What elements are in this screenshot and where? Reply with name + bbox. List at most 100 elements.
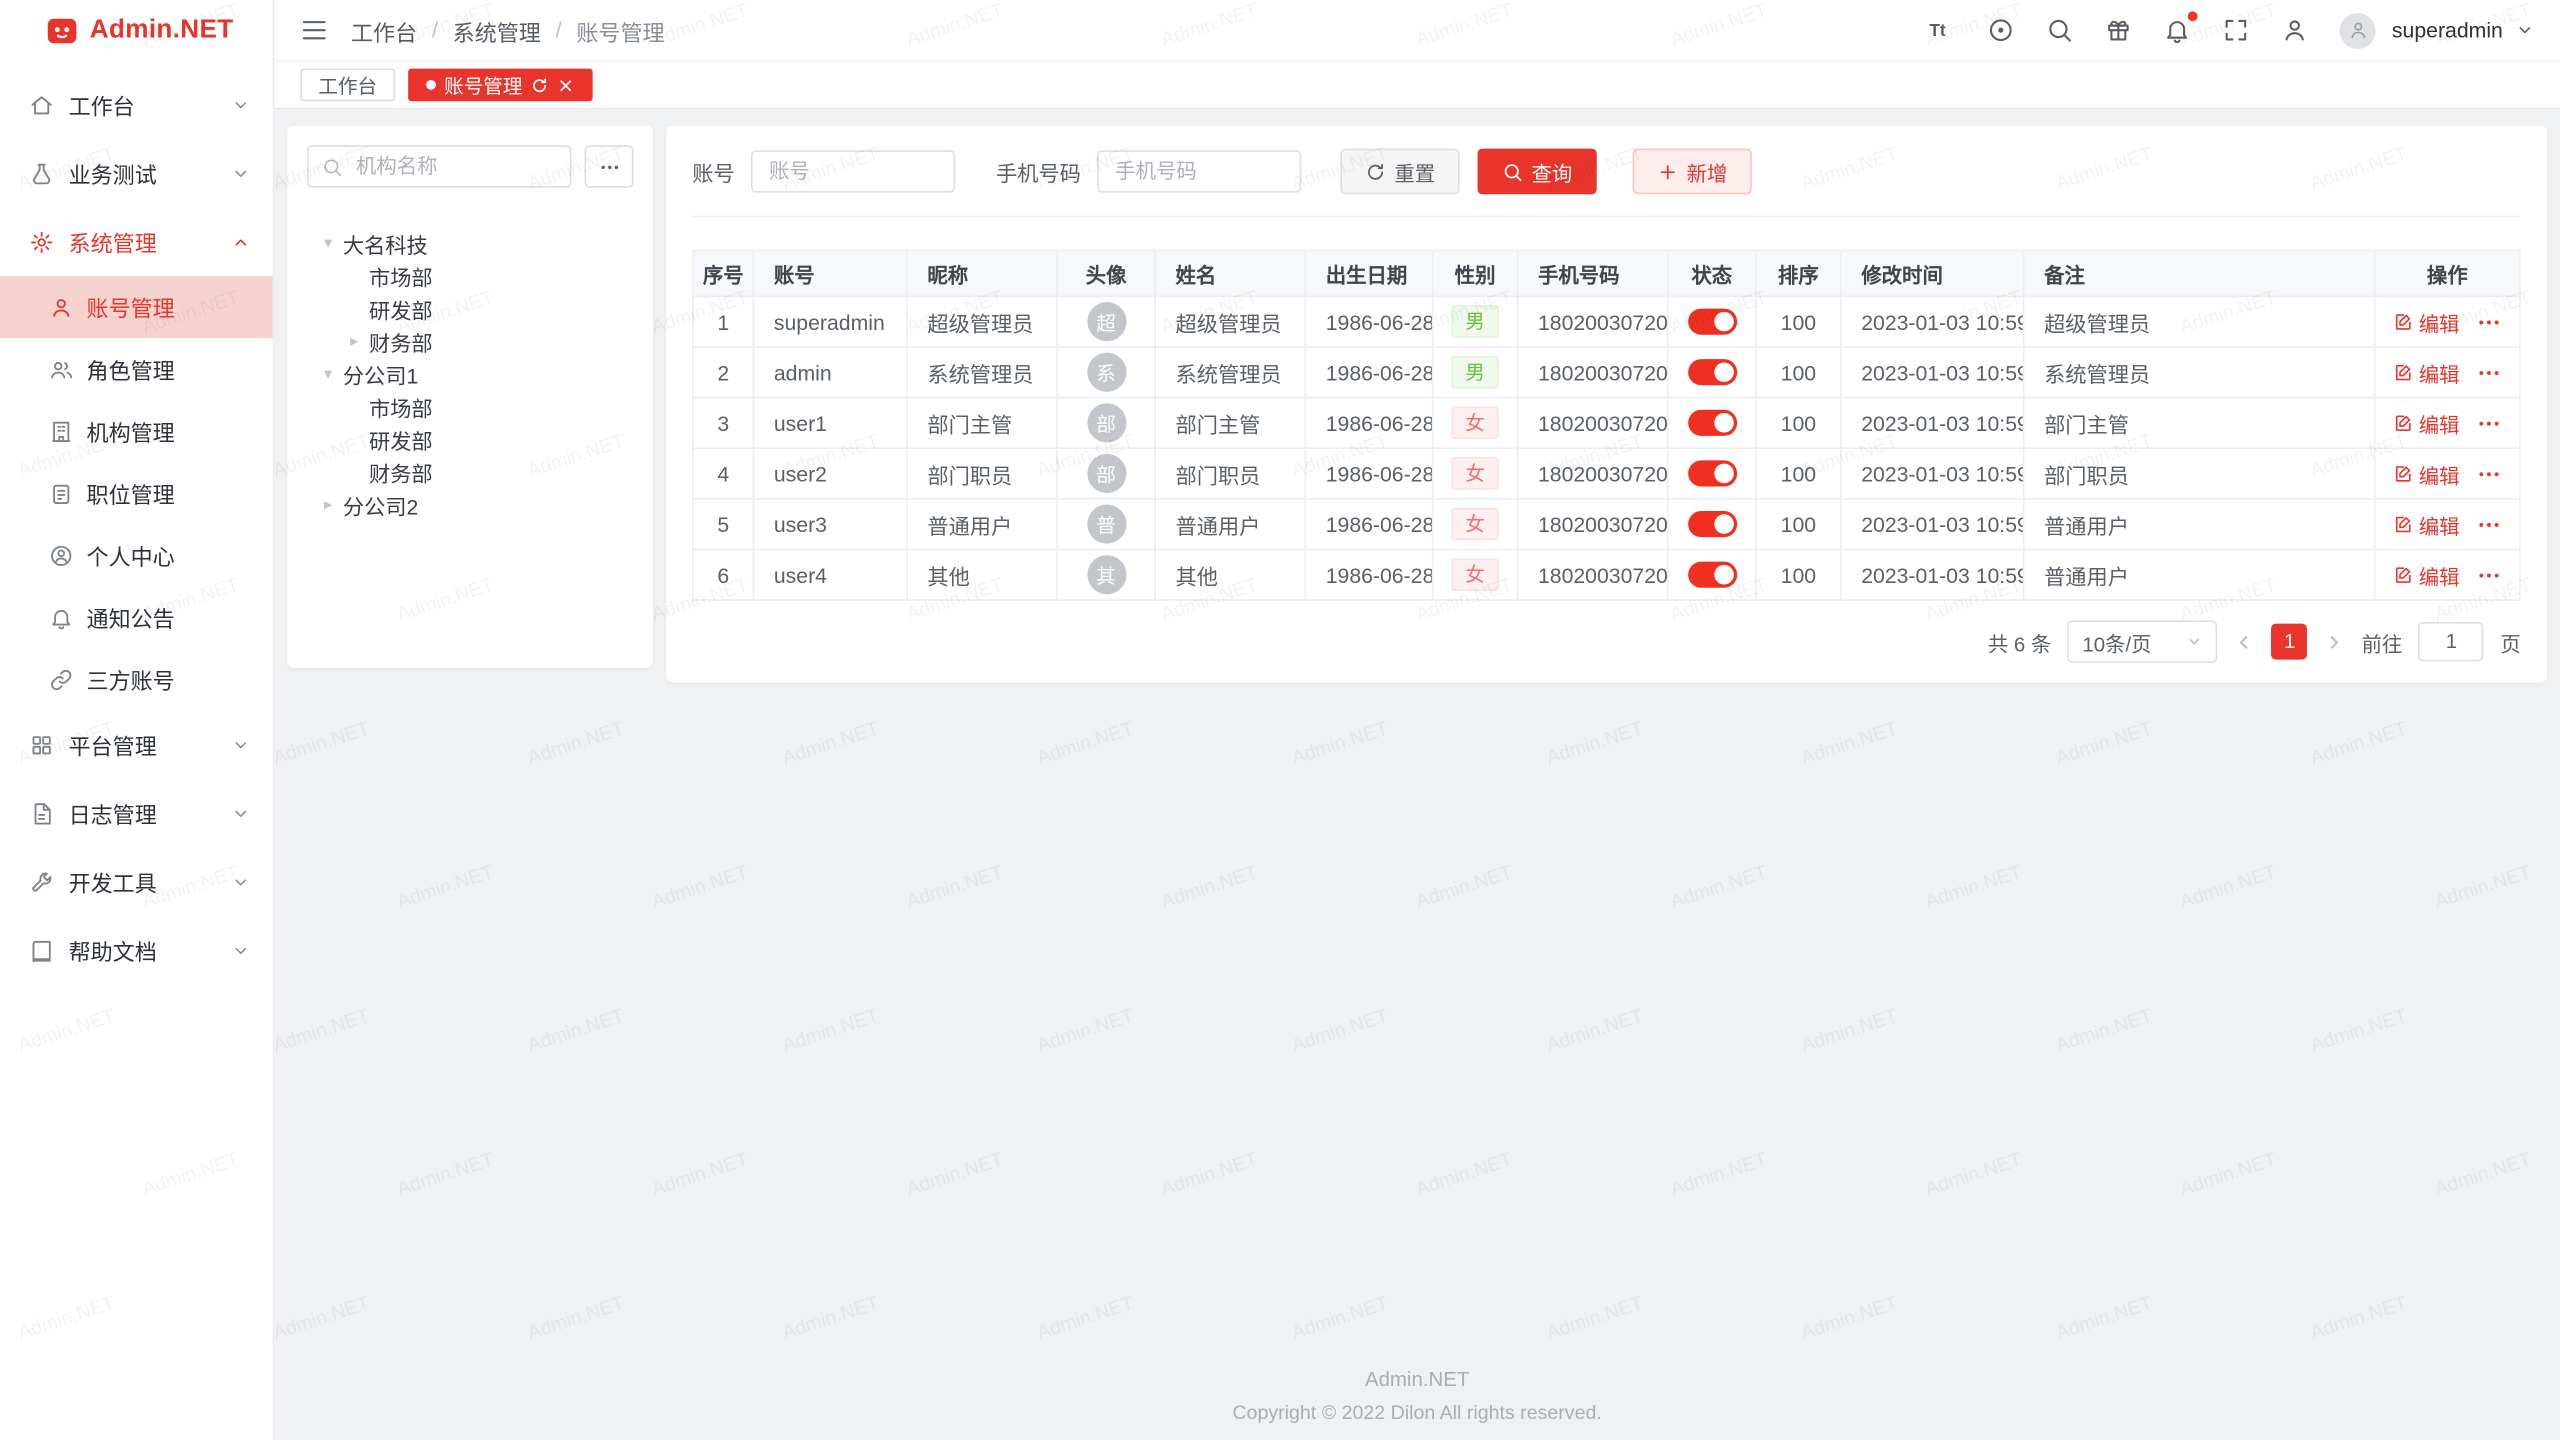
edit-button[interactable]: 编辑 <box>2394 306 2459 337</box>
theme-icon[interactable] <box>1987 16 2015 44</box>
more-actions-icon[interactable] <box>2476 562 2500 586</box>
time-cell: 2023-01-03 10:59:44 <box>1841 448 2024 499</box>
user-settings-icon[interactable] <box>2281 16 2309 44</box>
edit-button[interactable]: 编辑 <box>2394 407 2459 438</box>
add-button[interactable]: 新增 <box>1633 149 1752 195</box>
tab-close-icon[interactable] <box>557 76 575 94</box>
tab-workbench[interactable]: 工作台 <box>300 69 395 102</box>
sidebar-subitem-profile[interactable]: 个人中心 <box>0 524 273 586</box>
sidebar-item-docs[interactable]: 帮助文档 <box>0 916 273 985</box>
app-logo[interactable]: Admin.NET <box>0 0 273 60</box>
fullscreen-icon[interactable] <box>2222 16 2250 44</box>
breadcrumb-item-workbench[interactable]: 工作台 <box>351 14 417 47</box>
tree-more-button[interactable] <box>584 145 633 187</box>
tab-label: 账号管理 <box>444 71 522 99</box>
time-cell: 2023-01-03 10:59:44 <box>1841 296 2024 347</box>
sidebar-item-devtools[interactable]: 开发工具 <box>0 847 273 916</box>
prev-page-icon[interactable] <box>2234 631 2255 652</box>
tree-node[interactable]: ▸财务部 <box>307 325 634 358</box>
status-toggle[interactable] <box>1687 511 1736 537</box>
sidebar-item-business-test[interactable]: 业务测试 <box>0 139 273 208</box>
logo-icon <box>46 14 79 47</box>
birth-cell: 1986-06-28 <box>1305 347 1432 398</box>
sidebar-subitem-role[interactable]: 角色管理 <box>0 338 273 400</box>
edit-button[interactable]: 编辑 <box>2394 509 2459 540</box>
table-body: 1superadmin超级管理员超超级管理员1986-06-28男1802003… <box>693 296 2520 600</box>
tab-refresh-icon[interactable] <box>531 76 549 94</box>
add-label: 新增 <box>1687 156 1728 187</box>
edit-button[interactable]: 编辑 <box>2394 458 2459 489</box>
account-label: 账号 <box>692 156 734 187</box>
sidebar-item-platform[interactable]: 平台管理 <box>0 710 273 779</box>
status-toggle[interactable] <box>1687 410 1736 436</box>
tree-node[interactable]: ▾分公司1 <box>307 358 634 391</box>
sidebar-item-log[interactable]: 日志管理 <box>0 779 273 848</box>
page-size-select[interactable]: 10条/页 <box>2068 620 2218 662</box>
username[interactable]: superadmin <box>2392 18 2503 42</box>
account-input[interactable] <box>751 150 955 192</box>
search-icon[interactable] <box>2046 16 2074 44</box>
org-search-field[interactable] <box>307 145 571 187</box>
sidebar-item-system[interactable]: 系统管理 <box>0 207 273 276</box>
sidebar-subitem-account[interactable]: 账号管理 <box>0 276 273 338</box>
status-toggle[interactable] <box>1687 309 1736 335</box>
more-actions-icon[interactable] <box>2476 411 2500 435</box>
tree-node[interactable]: 市场部 <box>307 390 634 423</box>
tree-node[interactable]: 市场部 <box>307 260 634 293</box>
gift-icon[interactable] <box>2105 16 2133 44</box>
toggle-knob <box>1713 565 1733 585</box>
user-avatar[interactable] <box>2340 12 2376 48</box>
org-search-input[interactable] <box>353 153 557 179</box>
phone-cell: 18020030720 <box>1518 499 1668 550</box>
sidebar-subitem-third-account[interactable]: 三方账号 <box>0 648 273 710</box>
toggle-knob <box>1713 414 1733 434</box>
more-actions-icon[interactable] <box>2476 461 2500 485</box>
org-tree: ▾大名科技市场部研发部▸财务部▾分公司1市场部研发部财务部▸分公司2 <box>307 227 634 521</box>
breadcrumb-item-system[interactable]: 系统管理 <box>453 14 541 47</box>
sidebar-item-workbench[interactable]: 工作台 <box>0 70 273 139</box>
avatar: 部 <box>1087 403 1126 442</box>
tree-node[interactable]: ▸分公司2 <box>307 488 634 521</box>
tree-node[interactable]: 研发部 <box>307 292 634 325</box>
breadcrumb-separator: / <box>556 18 562 42</box>
page-1-button[interactable]: 1 <box>2272 624 2308 660</box>
status-toggle[interactable] <box>1687 360 1736 386</box>
more-actions-icon[interactable] <box>2476 512 2500 536</box>
badge-icon <box>49 481 73 505</box>
avatar: 普 <box>1087 504 1126 543</box>
tree-node-label: 分公司2 <box>343 489 418 520</box>
tree-node[interactable]: 财务部 <box>307 456 634 489</box>
tree-caret-icon: ▸ <box>317 496 340 514</box>
tree-node[interactable]: 研发部 <box>307 423 634 456</box>
sidebar: Admin.NET 工作台业务测试系统管理账号管理角色管理机构管理职位管理个人中… <box>0 0 274 1440</box>
goto-page-input[interactable] <box>2419 622 2484 661</box>
search-button[interactable]: 查询 <box>1478 149 1597 195</box>
breadcrumb-separator: / <box>432 18 438 42</box>
tab-account-management[interactable]: 账号管理 <box>408 69 593 102</box>
next-page-icon[interactable] <box>2324 631 2345 652</box>
reset-button[interactable]: 重置 <box>1340 149 1459 195</box>
total-count: 共 6 条 <box>1988 626 2052 657</box>
tree-node[interactable]: ▾大名科技 <box>307 227 634 260</box>
chev-down-icon <box>232 941 250 959</box>
edit-button[interactable]: 编辑 <box>2394 357 2459 388</box>
more-actions-icon[interactable] <box>2476 360 2500 384</box>
status-toggle[interactable] <box>1687 562 1736 588</box>
status-toggle[interactable] <box>1687 461 1736 487</box>
phone-input[interactable] <box>1097 150 1301 192</box>
toggle-knob <box>1713 363 1733 383</box>
sidebar-subitem-position[interactable]: 职位管理 <box>0 462 273 524</box>
sidebar-subitem-notice[interactable]: 通知公告 <box>0 586 273 648</box>
user-menu-chevron-down-icon[interactable] <box>2516 21 2534 39</box>
menu-collapse-icon[interactable] <box>300 16 328 44</box>
column-header: 出生日期 <box>1305 251 1432 297</box>
more-actions-icon[interactable] <box>2476 309 2500 333</box>
link-icon <box>49 667 73 691</box>
notifications-button[interactable] <box>2163 16 2191 44</box>
index-cell: 5 <box>693 499 753 550</box>
edit-button[interactable]: 编辑 <box>2394 559 2459 590</box>
column-header: 姓名 <box>1155 251 1305 297</box>
sidebar-subitem-org[interactable]: 机构管理 <box>0 400 273 462</box>
font-size-icon[interactable] <box>1928 16 1956 44</box>
nickname-cell: 系统管理员 <box>907 347 1057 398</box>
